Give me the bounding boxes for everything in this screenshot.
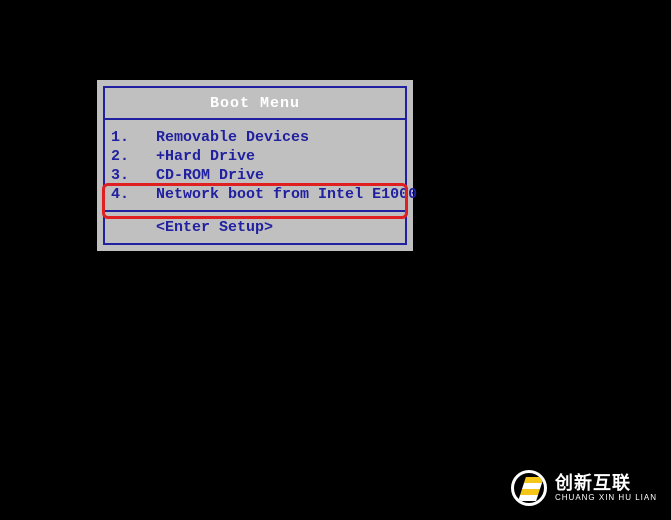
boot-menu-footer-box: <Enter Setup> <box>103 212 407 245</box>
bios-screen: Boot Menu 1. Removable Devices 2. +Hard … <box>0 0 671 520</box>
watermark-cn: 创新互联 <box>555 474 657 492</box>
boot-item-network-boot[interactable]: 4. Network boot from Intel E1000 <box>111 185 399 204</box>
boot-menu-dialog: Boot Menu 1. Removable Devices 2. +Hard … <box>97 80 413 251</box>
boot-menu-title-box: Boot Menu <box>103 86 407 120</box>
boot-menu-title: Boot Menu <box>210 95 300 112</box>
enter-setup-option[interactable]: <Enter Setup> <box>111 219 399 236</box>
boot-item-hard-drive[interactable]: 2. +Hard Drive <box>111 147 399 166</box>
watermark-en: CHUANG XIN HU LIAN <box>555 494 657 502</box>
boot-item-removable-devices[interactable]: 1. Removable Devices <box>111 128 399 147</box>
watermark-text: 创新互联 CHUANG XIN HU LIAN <box>555 474 657 502</box>
boot-item-cdrom-drive[interactable]: 3. CD-ROM Drive <box>111 166 399 185</box>
watermark: 创新互联 CHUANG XIN HU LIAN <box>511 470 657 506</box>
boot-menu-list: 1. Removable Devices 2. +Hard Drive 3. C… <box>103 120 407 212</box>
watermark-logo-icon <box>511 470 547 506</box>
